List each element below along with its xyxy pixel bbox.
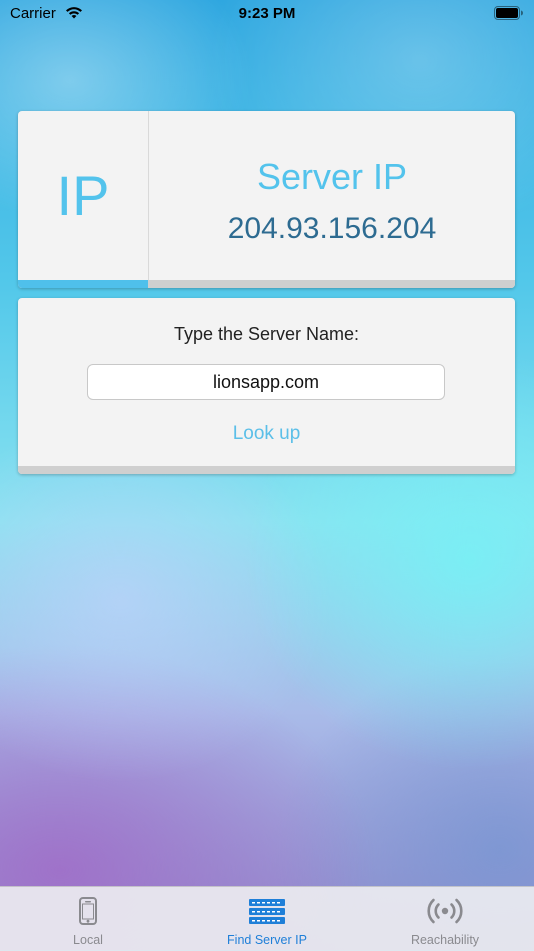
- tab-reachability[interactable]: Reachability: [384, 887, 506, 951]
- tab-local[interactable]: Local: [28, 887, 148, 951]
- server-name-label: Type the Server Name:: [173, 324, 360, 344]
- ip-info: Server IP 204.93.156.204: [149, 111, 515, 280]
- card-bottom-bar-fill: [18, 280, 148, 288]
- server-ip-title: Server IP: [256, 156, 408, 197]
- server-name-input[interactable]: [87, 364, 445, 400]
- tab-label: Find Server IP: [227, 933, 307, 947]
- lookup-card: Type the Server Name: Look up: [18, 298, 515, 474]
- look-up-button[interactable]: Look up: [18, 422, 515, 446]
- card-bottom-bar: [18, 466, 515, 474]
- card-bottom-bar: [18, 280, 515, 288]
- tab-label: Local: [73, 933, 103, 947]
- phone-icon: [28, 897, 148, 927]
- tab-bar: Local Find Server IP Reachability: [0, 886, 534, 951]
- status-bar: Carrier 9:23 PM: [0, 0, 534, 28]
- tab-label: Reachability: [410, 933, 480, 947]
- ip-badge: IP: [18, 111, 149, 280]
- server-ip-address: 204.93.156.204: [227, 212, 437, 245]
- clock: 9:23 PM: [238, 5, 296, 22]
- tab-find-server-ip[interactable]: Find Server IP: [206, 887, 328, 951]
- battery-icon: [494, 6, 524, 25]
- server-ip-card: IP Server IP 204.93.156.204: [18, 111, 515, 288]
- broadcast-icon: [384, 897, 506, 927]
- server-icon: [206, 897, 328, 927]
